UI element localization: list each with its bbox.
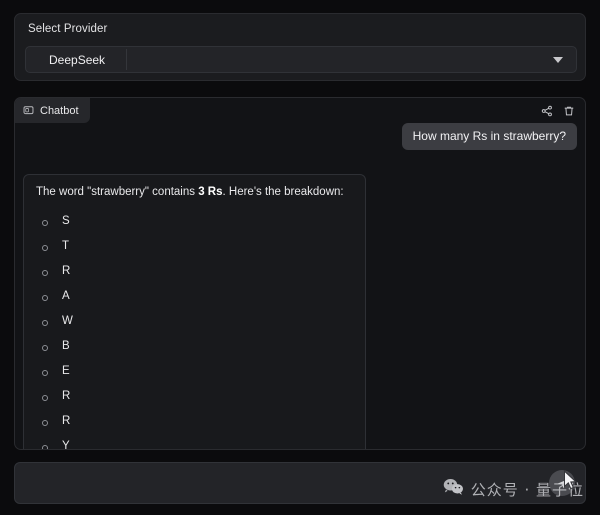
list-item: T (36, 234, 353, 259)
message-list: How many Rs in strawberry? The word "str… (15, 123, 585, 449)
intro-suffix: . Here's the breakdown: (223, 186, 344, 198)
list-item: Y (36, 434, 353, 449)
user-message-bubble: How many Rs in strawberry? (402, 123, 577, 150)
share-icon (541, 105, 553, 117)
tab-chatbot[interactable]: Chatbot (15, 98, 90, 123)
chevron-down-icon (553, 57, 563, 63)
message-row-assistant: The word "strawberry" contains 3 Rs. Her… (15, 174, 585, 449)
chat-header-actions (538, 102, 578, 120)
chatbot-panel: Chatbot (14, 97, 586, 450)
message-input[interactable] (14, 462, 586, 504)
list-item: A (36, 284, 353, 309)
provider-selected-value: DeepSeek (26, 53, 105, 67)
letter-breakdown-list: STRAWBERRY (36, 209, 353, 449)
trash-icon (563, 105, 575, 117)
chat-square-icon (23, 105, 34, 116)
provider-dropdown[interactable]: DeepSeek (25, 46, 577, 73)
intro-prefix: The word "strawberry" contains (36, 186, 198, 198)
share-button[interactable] (538, 102, 556, 120)
list-item: R (36, 259, 353, 284)
list-item: W (36, 309, 353, 334)
assistant-message-bubble: The word "strawberry" contains 3 Rs. Her… (23, 174, 366, 449)
list-item: B (36, 334, 353, 359)
delete-button[interactable] (560, 102, 578, 120)
assistant-intro-line: The word "strawberry" contains 3 Rs. Her… (36, 185, 353, 200)
provider-divider (126, 49, 127, 70)
list-item: R (36, 384, 353, 409)
list-item: S (36, 209, 353, 234)
intro-bold: 3 Rs (198, 186, 222, 198)
provider-panel: Select Provider DeepSeek (14, 13, 586, 81)
send-button[interactable] (549, 470, 575, 496)
message-row-user: How many Rs in strawberry? (15, 123, 585, 150)
list-item: R (36, 409, 353, 434)
list-item: E (36, 359, 353, 384)
provider-label: Select Provider (28, 23, 107, 35)
send-icon (556, 477, 569, 490)
tab-chatbot-label: Chatbot (40, 105, 79, 117)
